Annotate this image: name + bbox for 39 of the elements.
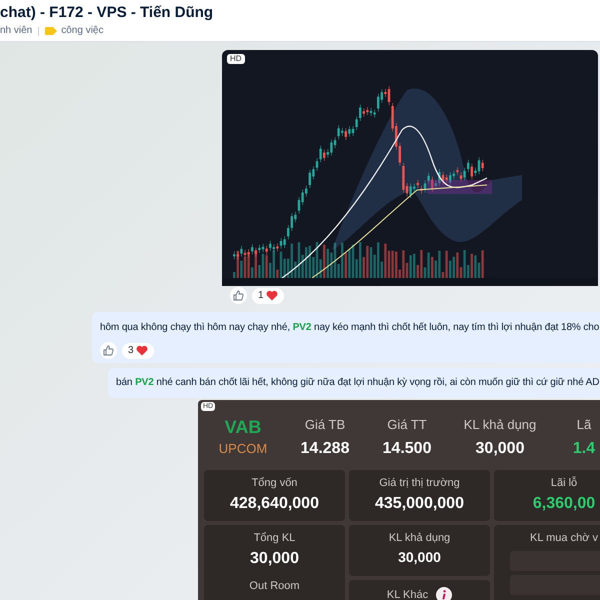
member-count[interactable]: nh viên	[0, 25, 32, 37]
reaction-count[interactable]: 3	[122, 342, 154, 358]
label-tag[interactable]: công việc	[45, 25, 104, 37]
thumbs-up-icon	[103, 345, 114, 356]
hd-badge: HD	[227, 54, 245, 64]
stat-value: 14.288	[300, 439, 350, 459]
thumbs-up-icon	[233, 290, 244, 301]
panel-label: KL mua chờ v	[530, 531, 598, 546]
panel-label: Out Room	[249, 579, 300, 594]
like-button[interactable]	[100, 342, 117, 359]
panel-label: Tổng KL	[254, 531, 296, 546]
panel-label: Giá trị thị trường	[379, 476, 460, 491]
stat-label: Lã	[576, 416, 592, 434]
panel-label: KL khả dụng	[388, 531, 450, 546]
stat-value: 30,000	[476, 439, 524, 459]
panel-label: Lãi lỗ	[550, 476, 578, 491]
like-button[interactable]	[230, 287, 247, 304]
panel-value: 6,360,00	[532, 494, 596, 514]
stat-label: Giá TT	[387, 416, 427, 434]
panel-value: 30,000	[250, 549, 299, 569]
stock-symbol: VAB	[224, 416, 262, 438]
panel-value: 435,000,000	[375, 494, 464, 514]
reaction-count[interactable]: 1	[252, 288, 284, 304]
stat-value: 14.500	[382, 439, 432, 459]
conversation-title: chat) - F172 - VPS - Tiến Dũng	[0, 4, 214, 22]
heart-icon	[136, 345, 148, 356]
panel-value: 30,000	[398, 548, 441, 567]
panel-label: KL Khác	[386, 588, 428, 600]
info-icon	[436, 587, 452, 600]
stat-label: KL khả dụng	[464, 416, 536, 434]
exchange-label: UPCOM	[218, 440, 268, 458]
message-text: hôm qua không chạy thì hôm nay chạy nhé, PV2 nay kéo mạnh thì chốt hết luôn, nay tím thì lợi nhuận đạt 18% cho	[100, 321, 600, 335]
panel-value: 428,640,000	[230, 494, 319, 514]
message-text: bán PV2 nhé canh bán chốt lãi hết, không giữ nữa đạt lợi nhuận kỳ vọng rồi, ai còn muốn giữ thì cứ giữ nhé AD	[116, 376, 600, 390]
heart-icon	[266, 290, 278, 301]
stat-value: 1.4	[572, 439, 596, 459]
panel-label: Tổng vốn	[252, 476, 298, 491]
highlight-zone	[427, 180, 492, 194]
stat-label: Giá TB	[304, 416, 346, 434]
